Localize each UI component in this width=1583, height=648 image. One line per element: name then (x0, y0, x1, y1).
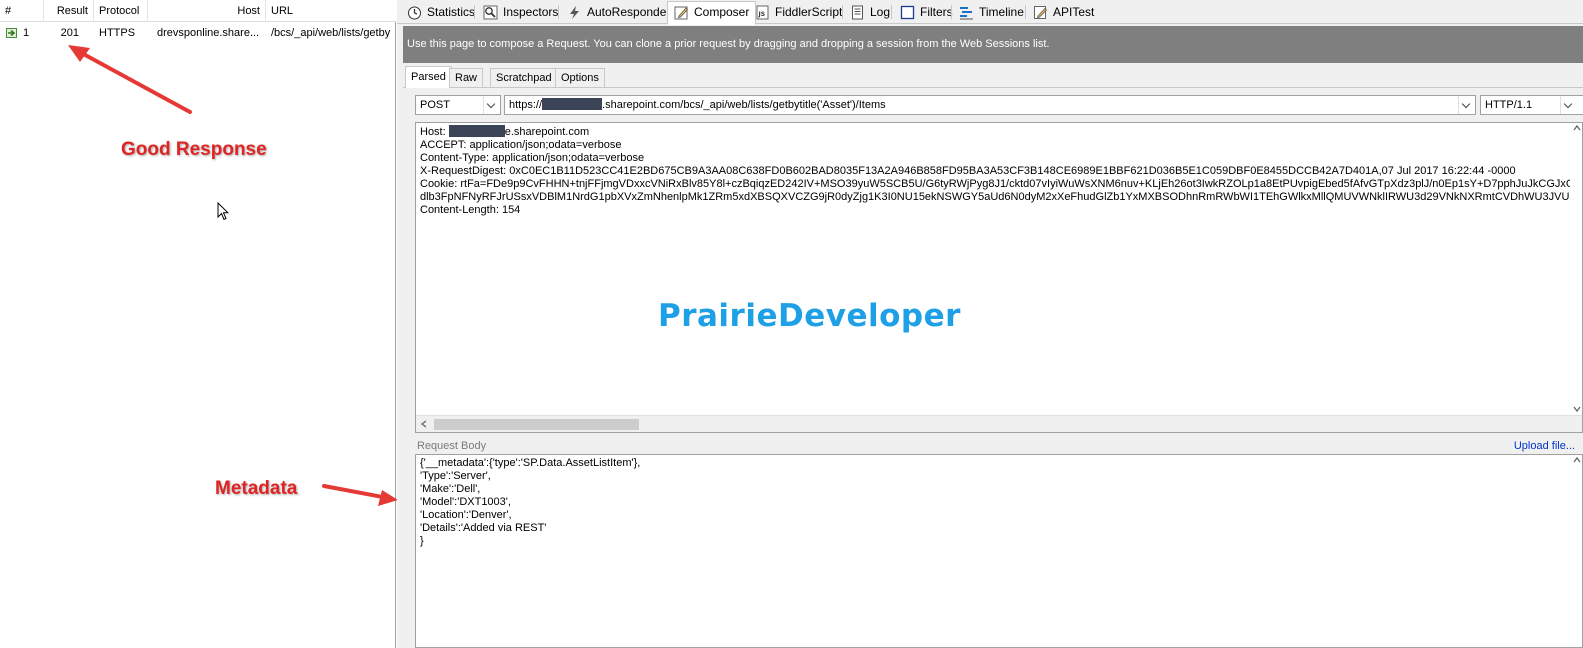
main-tabs: Statistics Inspectors AutoResponder Comp… (397, 0, 1583, 25)
chevron-down-icon[interactable] (1560, 96, 1577, 114)
web-sessions-pane: # Result Protocol Host URL 1 201 HTTPS d… (0, 0, 398, 648)
session-number: 1 (23, 27, 30, 39)
good-response-annotation: Good Response (121, 139, 267, 160)
chevron-down-icon[interactable] (1458, 96, 1475, 114)
column-header-protocol[interactable]: Protocol (94, 0, 148, 22)
composer-info-bar: Use this page to compose a Request. You … (403, 26, 1583, 63)
header-line: Content-Type: application/json;odata=ver… (420, 152, 645, 164)
script-icon: JS (756, 5, 769, 20)
svg-text:JS: JS (758, 11, 766, 18)
tab-composer-label: Composer (694, 5, 750, 19)
tab-apitest[interactable]: APITest (1027, 2, 1100, 24)
magnifier-icon (483, 5, 498, 20)
timeline-icon (960, 7, 973, 20)
body-line: 'Model':'DXT1003', (420, 496, 511, 508)
tab-filters[interactable]: Filters (894, 2, 959, 24)
http-version-value: HTTP/1.1 (1485, 99, 1533, 111)
request-body-text: {'__metadata':{'type':'SP.Data.AssetList… (420, 457, 1570, 548)
header-line: Cookie: rtFa=FDe9p9CvFHHN+tnjFFjmgVDxxcV… (420, 178, 1570, 190)
method-select[interactable]: POST (415, 95, 501, 115)
tab-statistics[interactable]: Statistics (401, 2, 481, 24)
chevron-down-icon[interactable] (483, 96, 500, 114)
body-line: 'Make':'Dell', (420, 483, 481, 495)
watermark: PrairieDeveloper (658, 298, 961, 334)
metadata-annotation: Metadata (215, 478, 298, 499)
tab-autoresponder-label: AutoResponder (587, 5, 671, 19)
header-line: ACCEPT: application/json;odata=verbose (420, 139, 622, 151)
scroll-down-icon[interactable] (1572, 404, 1582, 414)
tab-statistics-label: Statistics (427, 5, 476, 19)
request-headers-textarea[interactable]: Host: e.sharepoint.com ACCEPT: applicati… (415, 122, 1583, 433)
tab-filters-label: Filters (920, 5, 953, 19)
composer-subtabs: Parsed Raw Scratchpad Options (403, 66, 1583, 89)
tab-log[interactable]: Log (844, 2, 896, 24)
session-url: /bcs/_api/web/lists/getby (271, 27, 391, 39)
mouse-cursor-icon (217, 202, 229, 221)
tab-parsed[interactable]: Parsed (405, 66, 452, 89)
redacted-host (448, 125, 505, 137)
upload-file-link[interactable]: Upload file... (1514, 440, 1575, 452)
tab-scratchpad[interactable]: Scratchpad (490, 68, 558, 88)
tab-inspectors[interactable]: Inspectors (477, 2, 564, 24)
tab-options[interactable]: Options (555, 68, 605, 88)
tab-timeline[interactable]: Timeline (953, 2, 1030, 24)
tab-log-label: Log (870, 5, 891, 19)
request-body-textarea[interactable]: {'__metadata':{'type':'SP.Data.AssetList… (415, 454, 1583, 648)
url-prefix: https:// (509, 99, 543, 111)
tab-raw[interactable]: Raw (449, 68, 484, 88)
method-value: POST (420, 99, 450, 111)
response-created-icon (6, 28, 17, 38)
scroll-up-icon[interactable] (1572, 455, 1582, 465)
request-headers-text: Host: e.sharepoint.com ACCEPT: applicati… (420, 125, 1570, 415)
url-suffix: .sharepoint.com/bcs/_api/web/lists/getby… (602, 99, 886, 111)
scrollbar-thumb[interactable] (434, 419, 639, 430)
api-edit-icon (1034, 6, 1048, 19)
lightning-icon (570, 6, 579, 19)
tab-fiddlerscript[interactable]: JS FiddlerScript (749, 2, 848, 24)
tab-composer[interactable]: Composer (667, 1, 757, 25)
scroll-left-icon[interactable] (419, 419, 429, 429)
tab-inspectors-label: Inspectors (503, 5, 559, 19)
document-icon (852, 5, 863, 20)
column-header-host[interactable]: Host (148, 0, 266, 22)
metadata-arrow (322, 484, 398, 506)
tab-apitest-label: APITest (1053, 5, 1095, 19)
stopwatch-icon (408, 6, 421, 20)
tab-timeline-label: Timeline (979, 5, 1024, 19)
composer-parsed-panel: POST https:// .sharepoint.com/bcs/_api/we… (403, 88, 1583, 648)
body-line: 'Location':'Denver', (420, 509, 512, 521)
scroll-up-icon[interactable] (1572, 123, 1582, 133)
header-line: Content-Length: 154 (420, 204, 521, 216)
body-line: 'Details':'Added via REST' (420, 522, 547, 534)
body-line: {'__metadata':{'type':'SP.Data.AssetList… (420, 457, 641, 469)
url-input[interactable]: https:// .sharepoint.com/bcs/_api/web/lis… (504, 95, 1476, 115)
checkbox-icon (900, 5, 915, 20)
inspector-pane: Statistics Inspectors AutoResponder Comp… (397, 0, 1583, 648)
header-line: dlb3FpNFNyRFJrUSsxVDBlM1NrdG1pbXVxZmNhen… (420, 191, 1570, 203)
body-line: } (420, 535, 424, 547)
body-line: 'Type':'Server', (420, 470, 491, 482)
column-header-number[interactable]: # (0, 0, 44, 22)
horizontal-scrollbar[interactable] (416, 415, 1582, 432)
http-version-select[interactable]: HTTP/1.1 (1480, 95, 1583, 115)
redacted-hostname (542, 98, 603, 110)
header-host-suffix: e.sharepoint.com (504, 126, 590, 138)
header-line: X-RequestDigest: 0xC0EC1B11D523CC41E2BD6… (420, 165, 1516, 177)
good-response-arrow (68, 45, 192, 114)
header-host-prefix: Host: (420, 126, 449, 138)
tab-fiddlerscript-label: FiddlerScript (775, 5, 843, 19)
column-header-result[interactable]: Result (44, 0, 94, 22)
request-body-label: Request Body (417, 440, 487, 452)
sessions-header: # Result Protocol Host URL (0, 0, 396, 22)
pencil-icon (674, 6, 689, 20)
tab-autoresponder[interactable]: AutoResponder (561, 2, 676, 24)
column-header-url[interactable]: URL (266, 0, 396, 22)
